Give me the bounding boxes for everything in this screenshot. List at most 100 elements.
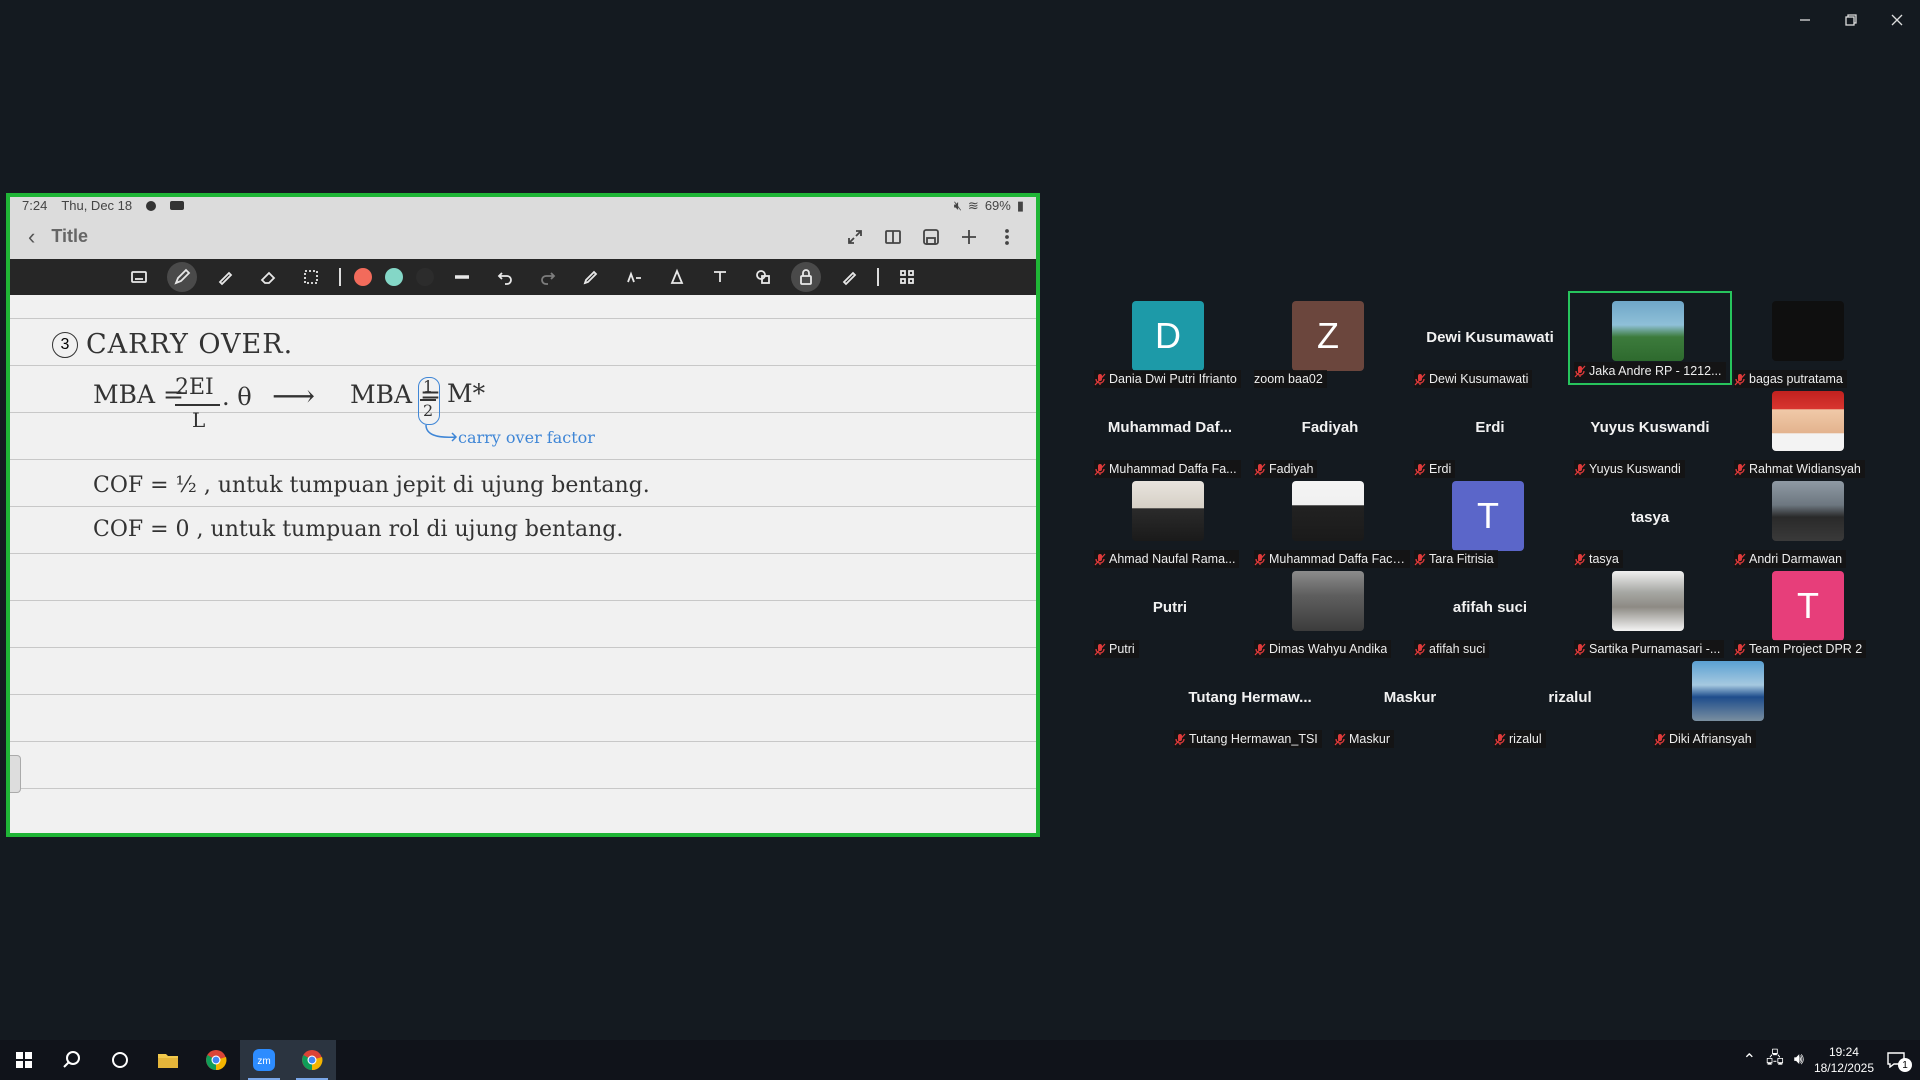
participant-tile[interactable]: Tutang Hermaw... Tutang Hermawan_TSI <box>1170 661 1330 751</box>
participant-name-label: Andri Darmawan <box>1734 550 1847 568</box>
minimize-button[interactable] <box>1782 0 1828 40</box>
participant-tile[interactable]: Yuyus Kuswandi Yuyus Kuswandi <box>1570 391 1730 481</box>
search-icon <box>63 1051 80 1068</box>
lasso-select-icon[interactable] <box>296 262 326 292</box>
status-date: Thu, Dec 18 <box>61 198 133 213</box>
shapes-icon[interactable] <box>748 262 778 292</box>
book-view-icon[interactable] <box>882 226 904 248</box>
participant-tile[interactable]: D Dania Dwi Putri Ifrianto <box>1090 301 1250 391</box>
task-view-button[interactable] <box>96 1040 144 1080</box>
participant-name: Maskur <box>1349 732 1390 746</box>
participant-name-label: Tutang Hermawan_TSI <box>1174 730 1322 748</box>
clock-time: 19:24 <box>1828 1045 1859 1059</box>
color-swatch-teal[interactable] <box>385 268 403 286</box>
side-panel-handle[interactable] <box>10 755 21 793</box>
lock-icon[interactable] <box>791 262 821 292</box>
participant-tile[interactable]: Dimas Wahyu Andika <box>1250 571 1410 661</box>
participant-tile[interactable]: Z zoom baa02 <box>1250 301 1410 391</box>
participant-tile[interactable]: Maskur Maskur <box>1330 661 1490 751</box>
handwriting-to-text-icon[interactable] <box>619 262 649 292</box>
pen-settings-icon[interactable] <box>576 262 606 292</box>
shape-icon[interactable] <box>662 262 692 292</box>
participant-tile[interactable]: Putri Putri <box>1090 571 1250 661</box>
participant-tile[interactable]: Erdi Erdi <box>1410 391 1570 481</box>
participant-tile[interactable]: Sartika Purnamasari -... <box>1570 571 1730 661</box>
chrome-button[interactable] <box>192 1040 240 1080</box>
pen-only-icon[interactable] <box>834 262 864 292</box>
participant-tile[interactable]: Andri Darmawan <box>1730 481 1890 571</box>
participant-name-label: tasya <box>1574 550 1623 568</box>
volume-icon[interactable]: 🔊︎ <box>1794 1051 1804 1069</box>
participant-tile[interactable]: tasya tasya <box>1570 481 1730 571</box>
more-icon[interactable] <box>996 226 1018 248</box>
participant-tile[interactable]: Dewi Kusumawati Dewi Kusumawati <box>1410 301 1570 391</box>
equation-1-theta: . θ <box>222 383 252 411</box>
participant-tile[interactable]: bagas putratama <box>1730 301 1890 391</box>
back-icon[interactable]: ‹ <box>28 224 35 250</box>
mic-muted-icon <box>1254 552 1266 566</box>
participant-tile[interactable]: Fadiyah Fadiyah <box>1250 391 1410 481</box>
participant-tile[interactable]: Muhammad Daf... Muhammad Daffa Fa... <box>1090 391 1250 481</box>
color-swatch-black[interactable] <box>416 268 434 286</box>
zoom-button[interactable]: zm <box>240 1040 288 1080</box>
participant-tile[interactable]: Muhammad Daffa Fachr... <box>1250 481 1410 571</box>
mic-muted-icon <box>1414 642 1426 656</box>
drawing-toolbar <box>10 259 1036 295</box>
mic-muted-icon <box>1574 552 1586 566</box>
ruled-line <box>10 741 1036 742</box>
equation-arrow: ⟶ <box>272 379 316 414</box>
avatar: T <box>1772 571 1844 641</box>
participant-tile[interactable]: Diki Afriansyah <box>1650 661 1810 751</box>
active-speaker-tile[interactable]: Jaka Andre RP - 1212... <box>1568 291 1732 385</box>
mic-muted-icon <box>1094 462 1106 476</box>
redo-icon[interactable] <box>533 262 563 292</box>
chrome-profile-button[interactable] <box>288 1040 336 1080</box>
save-icon[interactable] <box>920 226 942 248</box>
mic-muted-icon <box>1174 732 1186 746</box>
grid-menu-icon[interactable] <box>892 262 922 292</box>
stroke-width-icon[interactable] <box>447 262 477 292</box>
participant-video <box>1692 661 1764 721</box>
participant-name-label: Yuyus Kuswandi <box>1574 460 1685 478</box>
color-swatch-red[interactable] <box>354 268 372 286</box>
participant-name: Putri <box>1109 642 1135 656</box>
avatar: Z <box>1292 301 1364 371</box>
eraser-icon[interactable] <box>253 262 283 292</box>
text-icon[interactable] <box>705 262 735 292</box>
participant-name: Team Project DPR 2 <box>1749 642 1863 656</box>
keyboard-icon[interactable] <box>124 262 154 292</box>
file-explorer-button[interactable] <box>144 1040 192 1080</box>
participant-tile[interactable]: afifah suci afifah suci <box>1410 571 1570 661</box>
search-button[interactable] <box>48 1040 96 1080</box>
highlighter-icon[interactable] <box>210 262 240 292</box>
participant-tile[interactable]: rizalul rizalul <box>1490 661 1650 751</box>
start-button[interactable] <box>0 1040 48 1080</box>
notification-button[interactable]: 1 <box>1884 1048 1912 1072</box>
chevron-up-icon[interactable]: ⌃ <box>1743 1050 1756 1070</box>
windows-icon <box>16 1052 32 1068</box>
participant-tile[interactable]: T Tara Fitrisia <box>1410 481 1570 571</box>
participant-name-label: Rahmat Widiansyah <box>1734 460 1865 478</box>
participant-tile[interactable]: Ahmad Naufal Rama... <box>1090 481 1250 571</box>
mic-muted-icon <box>1734 372 1746 386</box>
undo-icon[interactable] <box>490 262 520 292</box>
camera-icon <box>170 201 185 210</box>
participant-name: afifah suci <box>1429 642 1486 656</box>
participant-tile[interactable]: Rahmat Widiansyah <box>1730 391 1890 481</box>
taskbar-clock[interactable]: 19:24 18/12/2025 <box>1814 1044 1874 1076</box>
equation-1-numerator: 2EI <box>175 375 214 400</box>
pen-icon[interactable] <box>167 262 197 292</box>
restore-button[interactable] <box>1828 0 1874 40</box>
participant-tile[interactable]: T Team Project DPR 2 <box>1730 571 1890 661</box>
participant-name: Yuyus Kuswandi <box>1589 462 1681 476</box>
ruled-line <box>10 600 1036 601</box>
close-icon <box>1891 14 1903 26</box>
expand-icon[interactable] <box>844 226 866 248</box>
close-button[interactable] <box>1874 0 1920 40</box>
note-title[interactable]: Title <box>51 226 88 247</box>
note-heading: CARRY OVER. <box>86 329 294 360</box>
network-icon[interactable]: 🖧︎ <box>1766 1047 1784 1074</box>
add-icon[interactable] <box>958 226 980 248</box>
participant-name-label: zoom baa02 <box>1254 370 1327 388</box>
note-canvas[interactable]: 3 CARRY OVER. MBA = 2EI L . θ ⟶ MBA = 1 … <box>10 295 1036 833</box>
